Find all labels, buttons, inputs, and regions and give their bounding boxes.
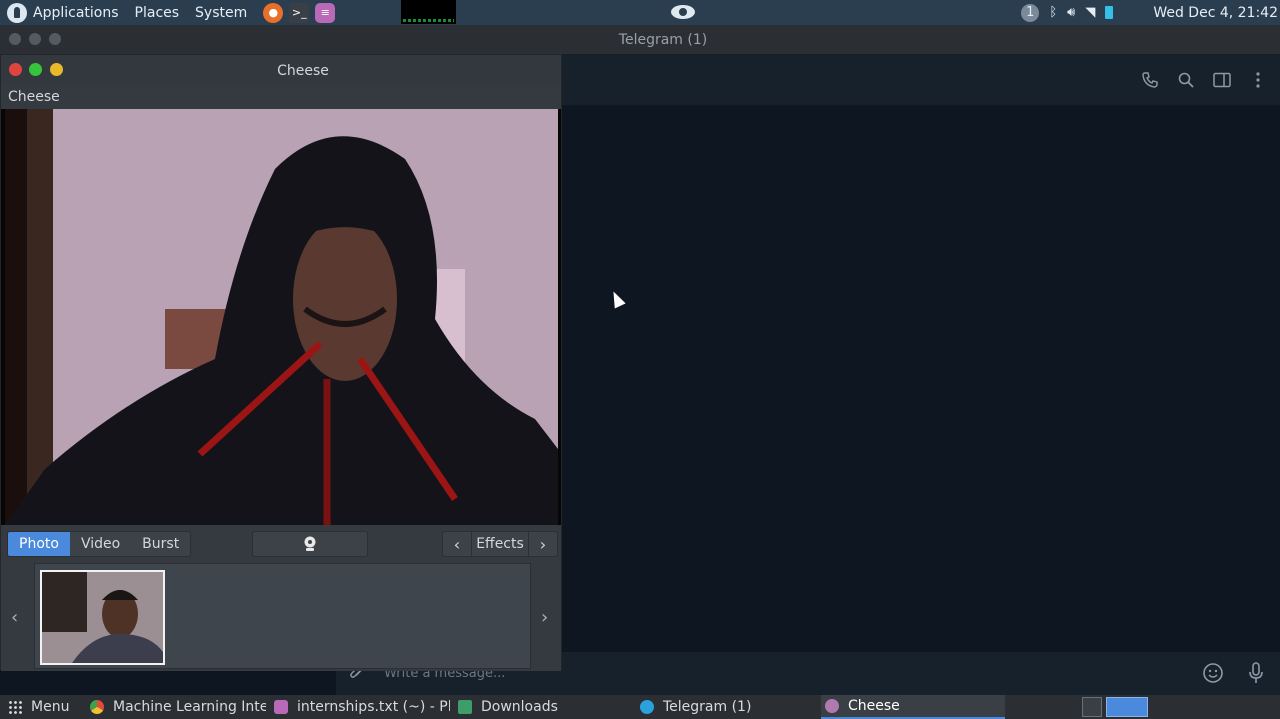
camera-viewport <box>1 109 561 525</box>
taskbar-item-downloads[interactable]: Downloads <box>456 695 634 719</box>
effects-button[interactable]: Effects <box>471 532 529 556</box>
sidebar-icon[interactable] <box>1212 70 1232 90</box>
webcam-icon <box>304 536 316 551</box>
taskbar-item-label: Machine Learning Inter... <box>113 699 266 715</box>
cheese-titlebar: Cheese <box>1 55 561 85</box>
chevron-left-icon[interactable]: ‹ <box>11 607 18 628</box>
applications-menu[interactable]: Applications <box>33 5 119 21</box>
firefox-icon[interactable]: ● <box>263 2 284 23</box>
photo-mode-button[interactable]: Photo <box>8 532 70 556</box>
places-menu[interactable]: Places <box>135 5 180 21</box>
taskbar-item-chrome[interactable]: Machine Learning Inter... <box>88 695 266 719</box>
chevron-right-icon[interactable]: › <box>541 607 548 628</box>
taskbar-item-text-editor[interactable]: internships.txt (~) - Plu... <box>272 695 450 719</box>
taskbar-item-label: Telegram (1) <box>663 699 752 715</box>
battery-icon[interactable] <box>1105 6 1114 19</box>
thumbnail-bar: ‹ › <box>1 563 561 671</box>
telegram-titlebar: Telegram (1) <box>0 25 1280 54</box>
effects-control: ‹ Effects › <box>442 531 558 557</box>
folder-icon <box>458 700 472 714</box>
app-menu[interactable]: Cheese <box>8 89 60 105</box>
video-mode-button[interactable]: Video <box>70 532 131 556</box>
grid-icon <box>8 700 22 714</box>
workspace-switcher <box>1082 697 1148 717</box>
microphone-icon[interactable] <box>1248 662 1264 688</box>
system-tray: 1 ᛒ 🔊︎ ◥ Wed Dec 4, 21:42 <box>1021 0 1280 25</box>
menu-label: Menu <box>31 699 70 715</box>
chat-area <box>562 106 1280 652</box>
workspace-1[interactable] <box>1082 697 1102 717</box>
text-editor-icon <box>274 700 288 714</box>
eye-icon[interactable] <box>671 5 695 19</box>
phone-icon[interactable] <box>1140 70 1160 90</box>
taskbar: Menu Machine Learning Inter... internshi… <box>0 695 1280 719</box>
taskbar-item-cheese[interactable]: Cheese <box>821 695 1005 719</box>
bluetooth-icon[interactable]: ᛒ <box>1049 5 1057 20</box>
capture-controls: Photo Video Burst ‹ Effects › <box>1 525 561 563</box>
text-editor-icon[interactable]: ≡ <box>315 2 336 23</box>
clock[interactable]: Wed Dec 4, 21:42 <box>1153 5 1278 21</box>
chat-header <box>562 54 1280 106</box>
distro-logo-icon[interactable] <box>7 2 27 23</box>
window-title: Telegram (1) <box>618 32 708 48</box>
burst-mode-button[interactable]: Burst <box>131 532 190 556</box>
app-menu-bar: Cheese <box>1 85 561 109</box>
taskbar-item-telegram[interactable]: Telegram (1) <box>638 695 818 719</box>
more-icon[interactable] <box>1248 70 1268 90</box>
chevron-right-icon[interactable]: › <box>529 535 557 554</box>
search-icon[interactable] <box>1176 70 1196 90</box>
cheese-icon <box>825 699 839 713</box>
mode-selector: Photo Video Burst <box>7 531 192 557</box>
emoji-icon[interactable] <box>1202 662 1224 688</box>
system-menu[interactable]: System <box>195 5 247 21</box>
telegram-icon <box>640 700 654 714</box>
chevron-left-icon[interactable]: ‹ <box>443 535 471 554</box>
window-title: Cheese <box>277 63 329 79</box>
terminal-icon[interactable]: >_ <box>289 2 310 23</box>
menu-button[interactable]: Menu <box>8 695 88 719</box>
thumbnail-strip <box>34 563 531 669</box>
photo-thumbnail[interactable] <box>40 570 165 665</box>
wifi-icon[interactable]: ◥ <box>1085 5 1095 20</box>
workspace-2[interactable] <box>1106 697 1148 717</box>
taskbar-item-label: Cheese <box>848 698 900 714</box>
take-photo-button[interactable] <box>252 531 368 557</box>
taskbar-item-label: Downloads <box>481 699 558 715</box>
taskbar-item-label: internships.txt (~) - Plu... <box>297 699 450 715</box>
chrome-icon <box>90 700 104 714</box>
notification-icon[interactable]: 1 <box>1021 3 1040 22</box>
cheese-window: Cheese Cheese Photo Video Burst ‹ Effect… <box>0 54 562 671</box>
system-monitor-applet[interactable] <box>401 0 456 24</box>
webcam-preview <box>5 109 558 525</box>
volume-icon[interactable]: 🔊︎ <box>1067 5 1075 20</box>
